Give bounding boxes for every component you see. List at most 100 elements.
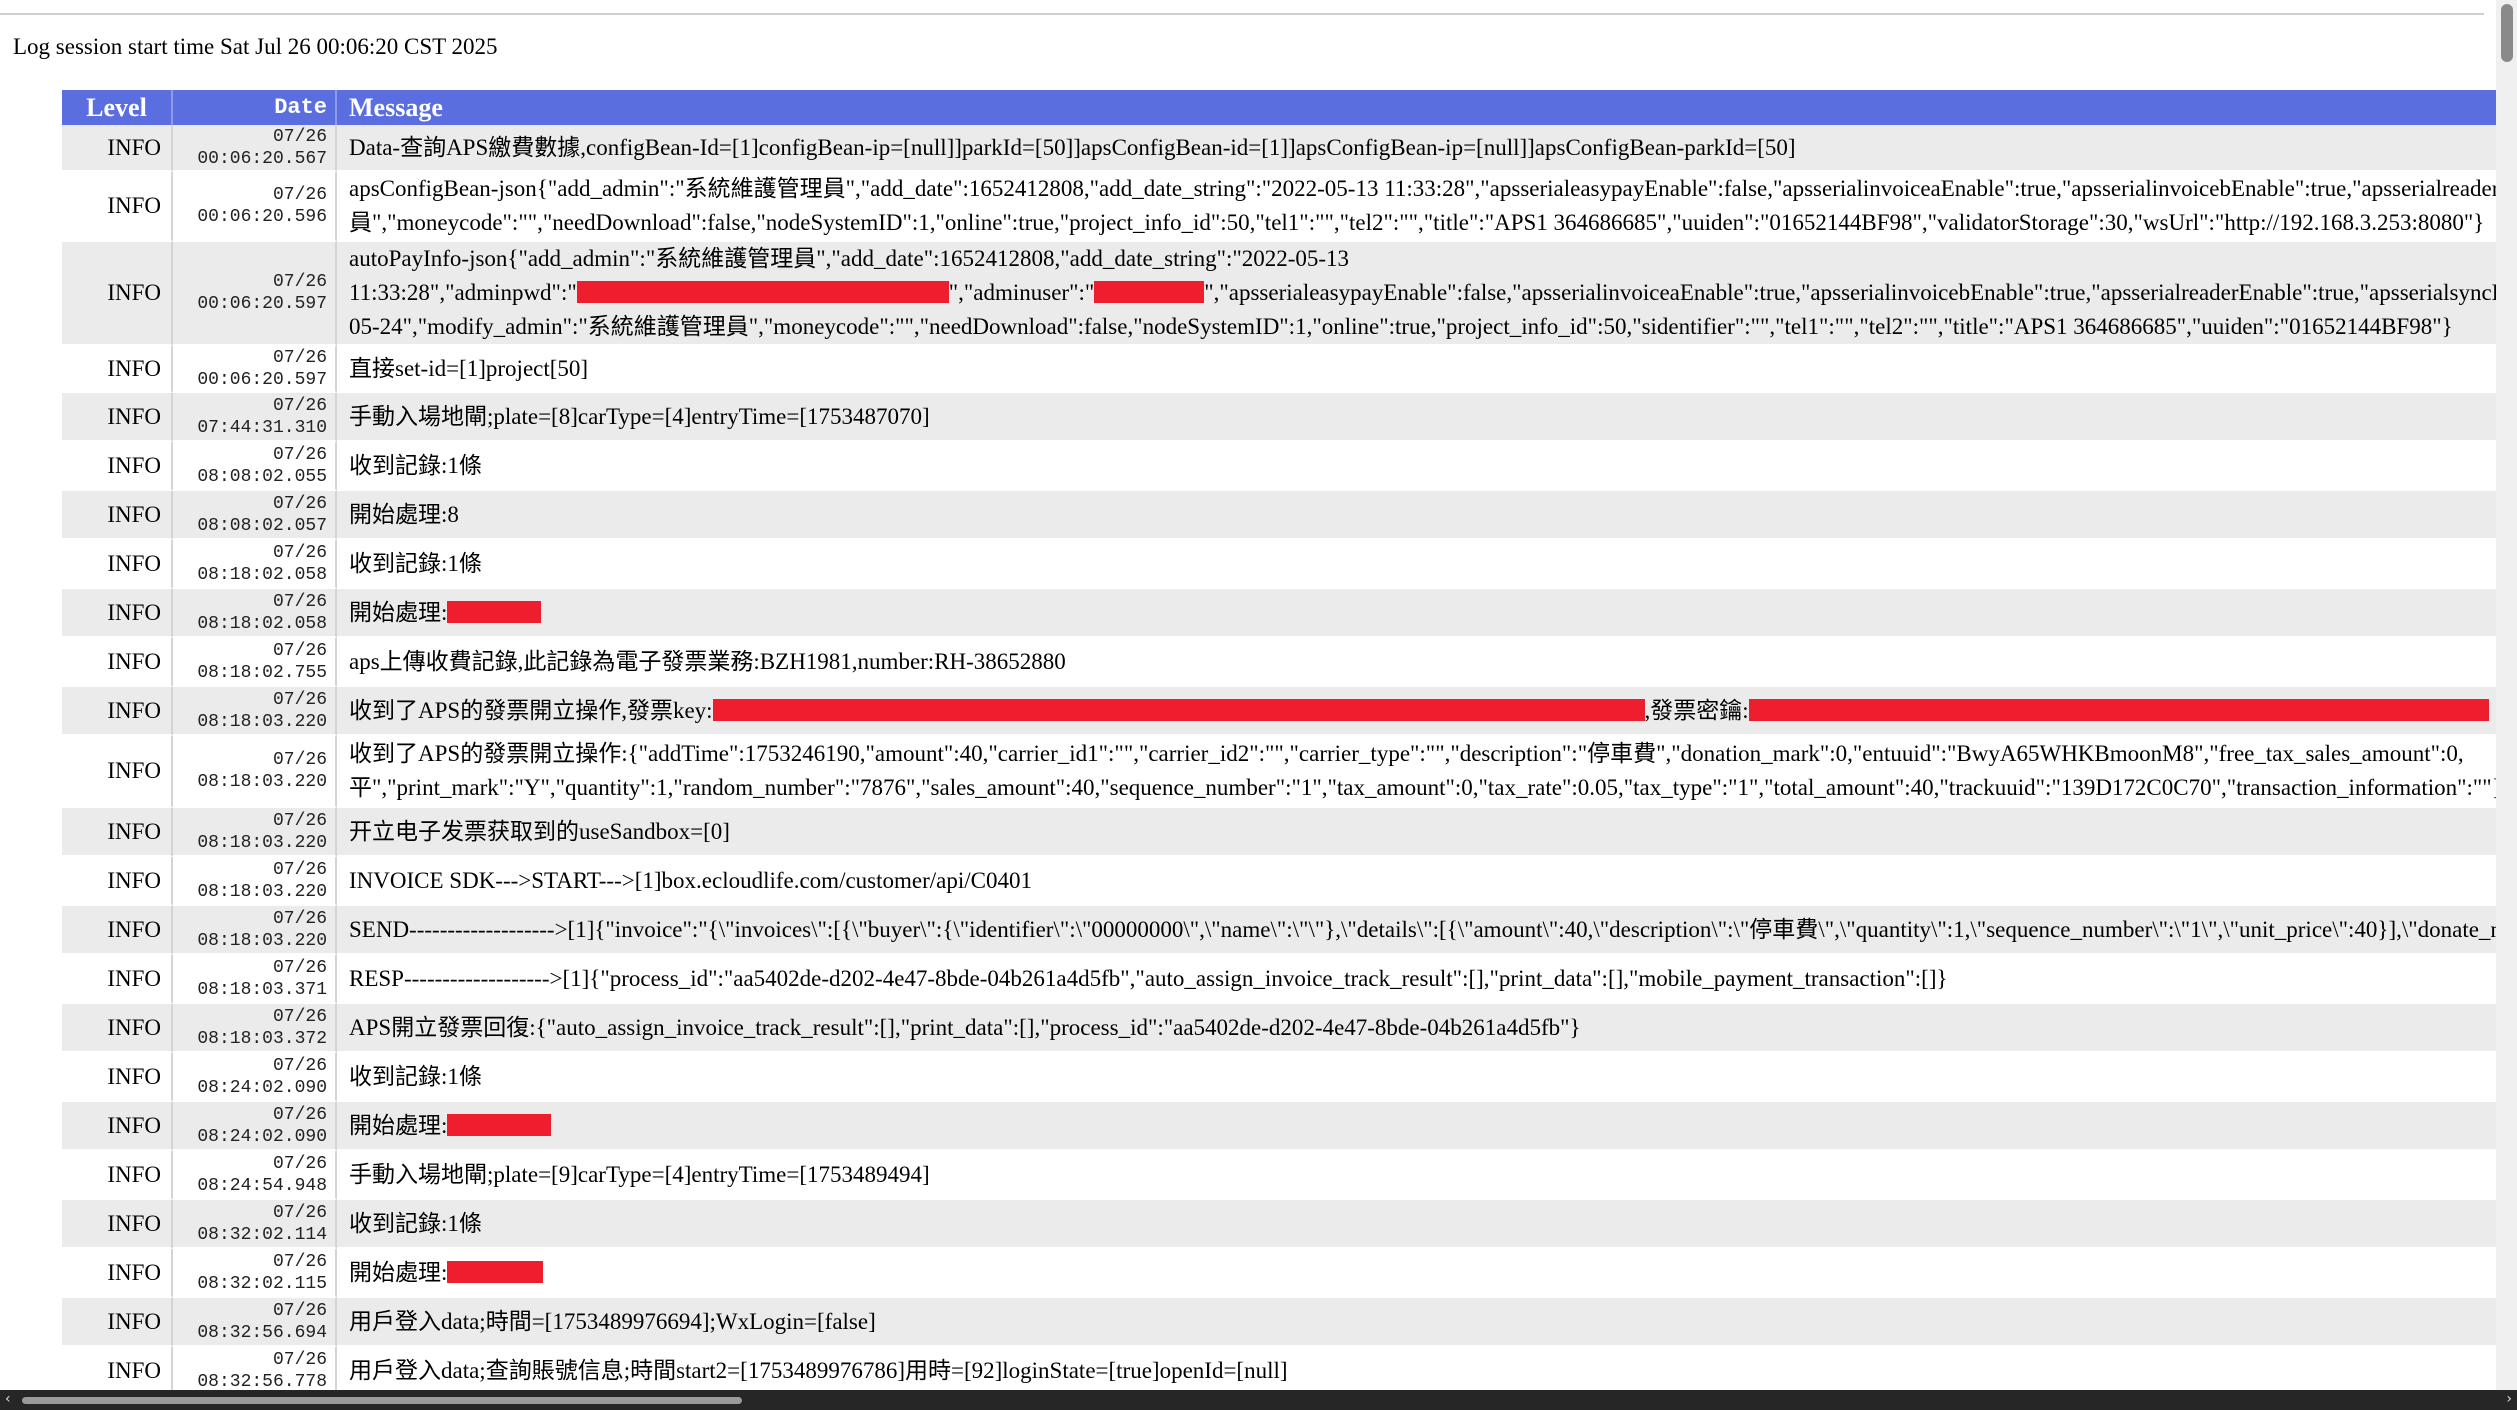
- log-message-text: Data-查詢APS繳費數據,configBean-Id=[1]configBe…: [349, 134, 1796, 160]
- log-date-day: 07/26: [272, 542, 327, 563]
- log-message-line: 用戶登入data;時間=[1753489976694];WxLogin=[fal…: [349, 1305, 2496, 1339]
- log-message-text: 用戶登入data;查詢賬號信息;時間start2=[1753489976786]…: [349, 1357, 1288, 1383]
- log-message-line: 開始處理:: [349, 1109, 2496, 1143]
- log-message-text: 05-24","modify_admin":"系統維護管理員","moneyco…: [349, 314, 2453, 339]
- log-message-line: autoPayInfo-json{"add_admin":"系統維護管理員","…: [349, 242, 2496, 276]
- log-message-line: 平","print_mark":"Y","quantity":1,"random…: [349, 771, 2496, 805]
- log-date-time: 08:18:03.220: [197, 711, 327, 732]
- log-date-time: 00:06:20.596: [197, 207, 327, 227]
- log-date: 07/26 08:24:02.090: [173, 1102, 337, 1151]
- log-message: Data-查詢APS繳費數據,configBean-Id=[1]configBe…: [337, 125, 2496, 172]
- log-message-text: autoPayInfo-json{"add_admin":"系統維護管理員","…: [349, 246, 1350, 271]
- column-header-level[interactable]: Level: [62, 90, 173, 125]
- log-row: INFO 07/26 08:32:02.115 開始處理:: [62, 1249, 2496, 1298]
- log-row: INFO 07/26 08:18:02.755 aps上傳收費記錄,此記錄為電子發票業…: [62, 638, 2496, 687]
- log-message-text: 收到了APS的發票開立操作:{"addTime":1753246190,"amo…: [349, 741, 2464, 766]
- log-message: apsConfigBean-json{"add_admin":"系統維護管理員"…: [337, 172, 2496, 242]
- horizontal-scroll-thumb[interactable]: [22, 1397, 742, 1404]
- log-date-day: 07/26: [272, 908, 327, 929]
- log-message: 開始處理:8: [337, 491, 2496, 540]
- log-date: 07/26 08:18:03.220: [173, 857, 337, 906]
- column-header-date[interactable]: Date: [173, 90, 337, 125]
- log-date: 07/26 08:18:03.220: [173, 906, 337, 955]
- log-date-time: 08:18:02.058: [197, 613, 327, 634]
- log-message-text: 開始處理:: [349, 1259, 448, 1285]
- log-rows: INFO 07/26 00:06:20.567 Data-查詢APS繳費數據,conf…: [62, 125, 2496, 1390]
- scroll-left-arrow-icon[interactable]: ‹: [5, 1391, 11, 1407]
- log-row: INFO 07/26 08:18:03.220 收到了APS的發票開立操作,發票key…: [62, 687, 2496, 736]
- log-message-text: 開始處理:8: [349, 501, 459, 527]
- log-date-day: 07/26: [272, 1251, 327, 1272]
- redaction-block: [576, 281, 949, 303]
- log-date: 07/26 08:18:03.220: [173, 687, 337, 736]
- log-message-text: aps上傳收費記錄,此記錄為電子發票業務:BZH1981,number:RH-3…: [349, 648, 1066, 674]
- log-level: INFO: [62, 1151, 173, 1200]
- log-row: INFO 07/26 08:18:03.220 开立电子发票获取到的useSandbo…: [62, 808, 2496, 857]
- log-date: 07/26 08:32:56.778: [173, 1347, 337, 1390]
- log-date-day: 07/26: [272, 1104, 327, 1125]
- redaction-block: [712, 698, 1645, 721]
- log-message: 收到記錄:1條: [337, 540, 2496, 589]
- log-level: INFO: [62, 540, 173, 589]
- log-date: 07/26 08:32:02.115: [173, 1249, 337, 1298]
- log-level: INFO: [62, 125, 173, 172]
- vertical-scroll-thumb[interactable]: [2501, 4, 2513, 62]
- horizontal-scrollbar[interactable]: ‹ ›: [0, 1390, 2517, 1410]
- log-message-line: APS開立發票回復:{"auto_assign_invoice_track_re…: [349, 1011, 2496, 1045]
- log-row: INFO 07/26 08:18:02.058 收到記錄:1條: [62, 540, 2496, 589]
- log-message-text: 用戶登入data;時間=[1753489976694];WxLogin=[fal…: [349, 1308, 876, 1334]
- column-header-message[interactable]: Message: [337, 90, 2496, 125]
- log-date-time: 00:06:20.567: [197, 148, 327, 169]
- log-message-line: 收到了APS的發票開立操作,發票key: ,發票密鑰:: [349, 694, 2496, 728]
- log-date-day: 07/26: [272, 347, 327, 368]
- log-message: INVOICE SDK--->START--->[1]box.ecloudlif…: [337, 857, 2496, 906]
- log-message: SEND------------------->[1]{"invoice":"{…: [337, 906, 2496, 955]
- log-message-text: 直接set-id=[1]project[50]: [349, 355, 589, 381]
- log-date-time: 08:32:02.114: [197, 1224, 327, 1245]
- log-date-day: 07/26: [272, 810, 327, 831]
- log-level: INFO: [62, 1347, 173, 1390]
- scroll-right-arrow-icon[interactable]: ›: [2506, 1391, 2512, 1407]
- log-message-line: Data-查詢APS繳費數據,configBean-Id=[1]configBe…: [349, 131, 2496, 165]
- log-date: 07/26 08:24:54.948: [173, 1151, 337, 1200]
- log-message: 直接set-id=[1]project[50]: [337, 346, 2496, 393]
- log-date-day: 07/26: [272, 493, 327, 514]
- log-row: INFO 07/26 08:24:02.090 開始處理:: [62, 1102, 2496, 1151]
- log-row: INFO 07/26 08:32:56.694 用戶登入data;時間=[175348…: [62, 1298, 2496, 1347]
- log-message: RESP------------------->[1]{"process_id"…: [337, 955, 2496, 1004]
- log-row: INFO 07/26 08:18:03.220 SEND---------------…: [62, 906, 2496, 955]
- log-row: INFO 07/26 08:32:02.114 收到記錄:1條: [62, 1200, 2496, 1249]
- log-date-day: 07/26: [272, 272, 327, 292]
- vertical-scrollbar[interactable]: [2496, 0, 2517, 1390]
- log-message: 用戶登入data;查詢賬號信息;時間start2=[1753489976786]…: [337, 1347, 2496, 1390]
- log-date-time: 08:18:02.755: [197, 662, 327, 683]
- log-date: 07/26 00:06:20.567: [173, 125, 337, 172]
- log-message-text: ,發票密鑰:: [1644, 697, 1749, 723]
- log-row: INFO 07/26 07:44:31.310 手動入場地閘;plate=[8]car…: [62, 393, 2496, 442]
- log-message-text: ","apsserialeasypayEnable":false,"apsser…: [1204, 280, 2496, 305]
- log-message-text: apsConfigBean-json{"add_admin":"系統維護管理員"…: [349, 176, 2496, 201]
- log-message-text: 收到了APS的發票開立操作,發票key:: [349, 697, 713, 723]
- log-row: INFO 07/26 00:06:20.596 apsConfigBean-json{…: [62, 172, 2496, 242]
- log-date-day: 07/26: [272, 1006, 327, 1027]
- log-date-time: 08:08:02.055: [197, 466, 327, 487]
- log-date: 07/26 08:24:02.090: [173, 1053, 337, 1102]
- log-message: 用戶登入data;時間=[1753489976694];WxLogin=[fal…: [337, 1298, 2496, 1347]
- log-date: 07/26 00:06:20.596: [173, 172, 337, 242]
- log-message-text: 開始處理:: [349, 599, 448, 625]
- log-level: INFO: [62, 442, 173, 491]
- log-date-time: 08:18:03.220: [197, 832, 327, 853]
- log-level: INFO: [62, 242, 173, 346]
- log-message-text: 开立电子发票获取到的useSandbox=[0]: [349, 818, 730, 844]
- log-date-time: 00:06:20.597: [197, 369, 327, 390]
- log-message: aps上傳收費記錄,此記錄為電子發票業務:BZH1981,number:RH-3…: [337, 638, 2496, 687]
- log-date-day: 07/26: [272, 1300, 327, 1321]
- log-date-day: 07/26: [272, 395, 327, 416]
- log-message-line: 收到記錄:1條: [349, 547, 2496, 581]
- log-message-text: 11:33:28","adminpwd":": [349, 280, 577, 305]
- log-level: INFO: [62, 393, 173, 442]
- log-row: INFO 07/26 08:18:03.372 APS開立發票回復:{"auto_as…: [62, 1004, 2496, 1053]
- log-level: INFO: [62, 491, 173, 540]
- log-date-day: 07/26: [272, 1202, 327, 1223]
- log-message-line: 直接set-id=[1]project[50]: [349, 352, 2496, 386]
